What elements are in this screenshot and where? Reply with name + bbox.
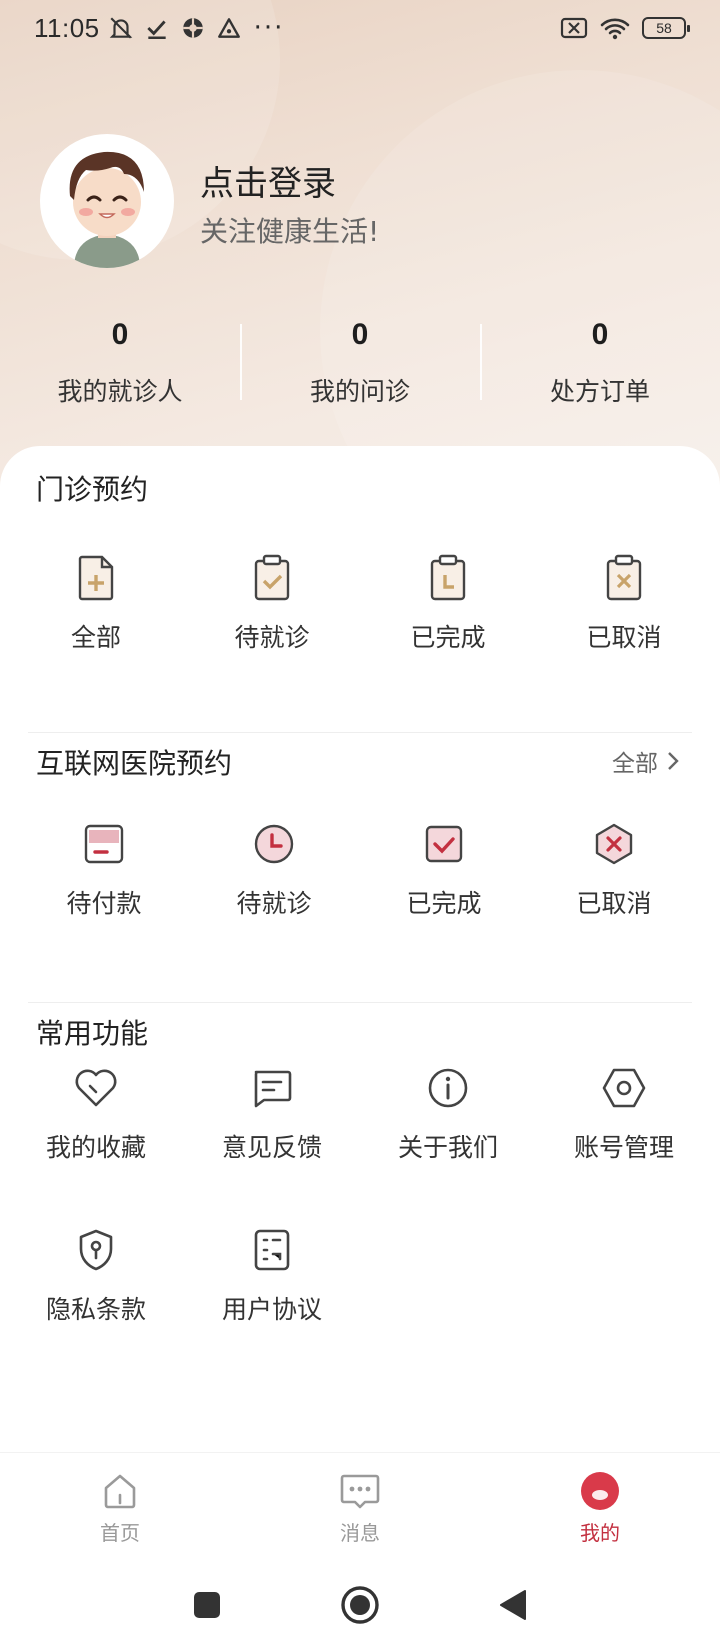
heart-icon [75, 1069, 117, 1107]
grid-label: 待就诊 [236, 889, 312, 918]
grid-label: 隐私条款 [45, 1295, 146, 1324]
grid-label: 已完成 [406, 889, 482, 918]
grid-label: 待就诊 [234, 623, 310, 652]
common-title: 常用功能 [36, 1017, 149, 1050]
grid-label: 意见反馈 [221, 1133, 322, 1162]
check-icon [146, 20, 166, 39]
tab-messages[interactable]: 消息 [240, 1453, 480, 1560]
section-divider [28, 1002, 692, 1003]
clipboard-x-icon [606, 554, 642, 601]
battery-icon: 58 [642, 17, 690, 39]
internet-completed[interactable]: 已完成 [364, 816, 524, 920]
internet-pending[interactable]: 待就诊 [194, 816, 354, 920]
doc-plus-icon [78, 555, 114, 601]
triangle-icon [217, 18, 240, 38]
tab-mine[interactable]: 我的 [480, 1453, 720, 1560]
agreement-icon [254, 1229, 290, 1271]
tab-label: 我的 [580, 1521, 620, 1545]
home-button-icon[interactable] [340, 1585, 380, 1625]
outpatient-pending[interactable]: 待就诊 [192, 550, 352, 654]
grid-label: 全部 [70, 623, 121, 652]
chevron-right-icon [668, 752, 679, 770]
grid-label: 关于我们 [397, 1133, 498, 1162]
stat-value: 0 [351, 318, 369, 351]
feedback[interactable]: 意见反馈 [192, 1060, 352, 1164]
content-card: 门诊预约 全部 待就诊 已完成 已取消 互联网医院预约 全部 待付款 待就诊 已… [0, 446, 720, 1456]
login-link[interactable]: 点击登录 [200, 156, 336, 205]
outpatient-completed[interactable]: 已完成 [368, 550, 528, 654]
grid-label: 账号管理 [573, 1133, 674, 1162]
stat-consultations[interactable]: 0 我的问诊 [240, 318, 480, 408]
stat-label: 我的就诊人 [57, 377, 183, 406]
avatar[interactable] [40, 134, 174, 268]
account-management[interactable]: 账号管理 [544, 1060, 704, 1164]
header-decoration [320, 70, 720, 500]
grid-label: 待付款 [66, 889, 142, 918]
shield-lock-icon [79, 1229, 113, 1271]
hexagon-x-icon [595, 823, 633, 865]
recent-apps-icon[interactable] [192, 1590, 222, 1620]
outpatient-title: 门诊预约 [36, 473, 149, 506]
about-us[interactable]: 关于我们 [368, 1060, 528, 1164]
section-divider [28, 732, 692, 733]
grid-label: 已取消 [586, 623, 662, 652]
system-navigation-bar [0, 1560, 720, 1650]
internet-view-all[interactable]: 全部 [612, 744, 680, 778]
internet-cancelled[interactable]: 已取消 [534, 816, 694, 920]
user-agreement[interactable]: 用户协议 [192, 1222, 352, 1326]
stat-label: 处方订单 [549, 377, 650, 406]
user-dot-icon [581, 1472, 619, 1510]
profile-subtitle: 关注健康生活! [200, 215, 380, 248]
my-favorites[interactable]: 我的收藏 [16, 1060, 176, 1164]
grid-label: 已取消 [576, 889, 652, 918]
home-icon [104, 1474, 136, 1509]
avatar-illustration [69, 151, 144, 268]
privacy-policy[interactable]: 隐私条款 [16, 1222, 176, 1326]
stat-prescription-orders[interactable]: 0 处方订单 [480, 318, 720, 408]
status-bar: 11:05 ··· 58 [0, 0, 720, 56]
aperture-icon [182, 18, 203, 38]
grid-label: 我的收藏 [45, 1133, 146, 1162]
stat-value: 0 [591, 318, 609, 351]
message-icon [254, 1070, 292, 1108]
bottom-tab-bar: 首页 消息 我的 [0, 1452, 720, 1560]
tab-home[interactable]: 首页 [0, 1453, 240, 1560]
stat-patients[interactable]: 0 我的就诊人 [0, 318, 240, 408]
stats-row: 0 我的就诊人 0 我的问诊 0 处方订单 [0, 318, 720, 408]
info-icon [428, 1068, 468, 1108]
sim-off-icon [560, 17, 588, 39]
clipboard-clock-icon [430, 554, 466, 601]
chat-icon [340, 1474, 380, 1509]
stat-label: 我的问诊 [309, 377, 410, 406]
view-all-label: 全部 [612, 751, 658, 777]
internet-title: 互联网医院预约 [36, 747, 233, 780]
clock-icon [254, 824, 294, 864]
outpatient-all[interactable]: 全部 [16, 550, 176, 654]
card-minus-icon [84, 824, 124, 864]
wifi-icon [600, 18, 630, 40]
tab-label: 消息 [340, 1521, 380, 1545]
more-notifications-icon: ··· [253, 13, 285, 43]
clipboard-check-icon [254, 554, 290, 601]
stat-value: 0 [111, 318, 129, 351]
grid-label: 用户协议 [221, 1295, 322, 1324]
internet-unpaid[interactable]: 待付款 [24, 816, 184, 920]
back-icon[interactable] [498, 1588, 528, 1622]
check-square-icon [425, 825, 463, 863]
mute-icon [109, 17, 132, 39]
status-time: 11:05 [34, 12, 100, 43]
tab-label: 首页 [100, 1521, 140, 1545]
outpatient-cancelled[interactable]: 已取消 [544, 550, 704, 654]
grid-label: 已完成 [410, 623, 486, 652]
hex-settings-icon [602, 1068, 646, 1108]
